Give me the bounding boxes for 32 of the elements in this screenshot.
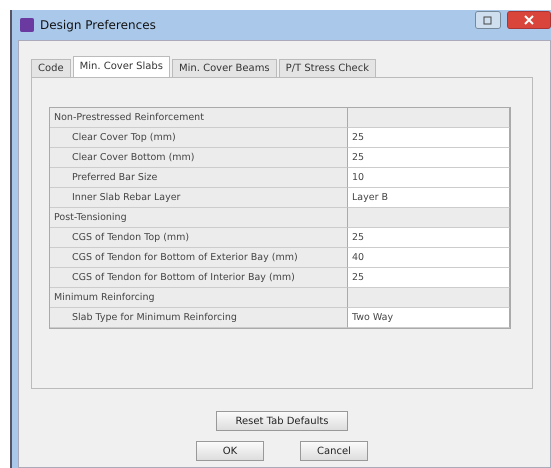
property-label: Clear Cover Top (mm) bbox=[50, 128, 348, 148]
close-button[interactable] bbox=[507, 11, 551, 29]
restore-button[interactable] bbox=[475, 11, 501, 29]
property-value[interactable]: 25 bbox=[348, 268, 510, 288]
property-label: Slab Type for Minimum Reinforcing bbox=[50, 308, 348, 328]
section-header: Minimum Reinforcing bbox=[50, 288, 348, 308]
property-label: CGS of Tendon for Bottom of Interior Bay (mm) bbox=[50, 268, 348, 288]
property-label: Preferred Bar Size bbox=[50, 168, 348, 188]
restore-icon bbox=[483, 15, 493, 25]
property-label: Inner Slab Rebar Layer bbox=[50, 188, 348, 208]
property-value[interactable]: 25 bbox=[348, 228, 510, 248]
ok-button[interactable]: OK bbox=[196, 441, 264, 461]
property-value[interactable]: 10 bbox=[348, 168, 510, 188]
tab[interactable]: Min. Cover Slabs bbox=[72, 56, 170, 77]
property-value[interactable]: Two Way bbox=[348, 308, 510, 328]
cancel-button[interactable]: Cancel bbox=[300, 441, 368, 461]
property-label: CGS of Tendon for Bottom of Exterior Bay (mm) bbox=[50, 248, 348, 268]
section-header: Non-Prestressed Reinforcement bbox=[50, 108, 348, 128]
section-header: Post-Tensioning bbox=[50, 208, 348, 228]
property-label: Clear Cover Bottom (mm) bbox=[50, 148, 348, 168]
tab[interactable]: Code bbox=[31, 59, 71, 77]
property-value[interactable]: 25 bbox=[348, 148, 510, 168]
property-value[interactable]: 40 bbox=[348, 248, 510, 268]
property-label: CGS of Tendon Top (mm) bbox=[50, 228, 348, 248]
app-icon bbox=[20, 18, 34, 32]
tab[interactable]: P/T Stress Check bbox=[278, 59, 376, 77]
reset-button[interactable]: Reset Tab Defaults bbox=[216, 411, 348, 431]
window-title: Design Preferences bbox=[40, 18, 156, 32]
property-value[interactable]: 25 bbox=[348, 128, 510, 148]
close-icon bbox=[524, 15, 534, 25]
property-value[interactable]: Layer B bbox=[348, 188, 510, 208]
tab[interactable]: Min. Cover Beams bbox=[172, 59, 277, 77]
